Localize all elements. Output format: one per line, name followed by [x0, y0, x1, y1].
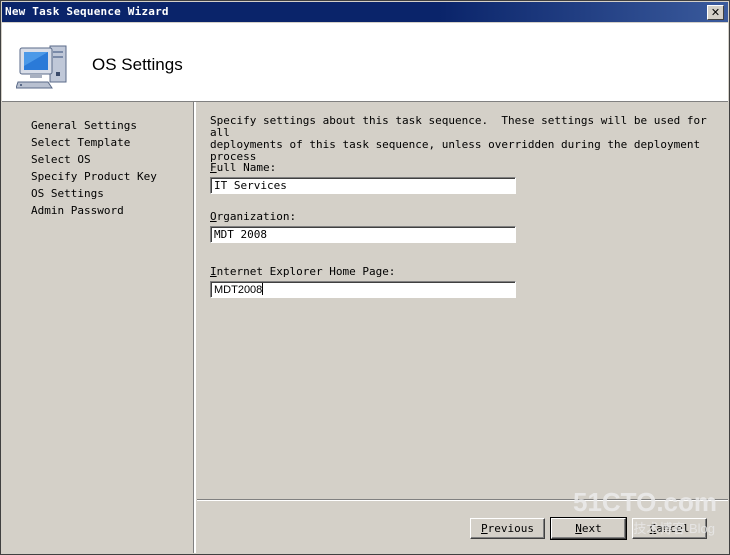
full-name-input[interactable]: IT Services — [210, 177, 516, 194]
wizard-window: New Task Sequence Wizard ✕ OS Settings G… — [0, 0, 730, 555]
full-name-value: IT Services — [214, 179, 287, 192]
ie-home-page-value: MDT2008 — [214, 284, 263, 296]
next-label: ext — [581, 522, 602, 535]
step-admin-password[interactable]: Admin Password — [31, 204, 124, 217]
step-general-settings[interactable]: General Settings — [31, 119, 137, 132]
wizard-step-list: General Settings Select Template Select … — [2, 102, 196, 553]
full-name-label-text: ull Name: — [216, 161, 277, 174]
text-caret — [262, 283, 264, 295]
wizard-content: Specify settings about this task sequenc… — [197, 102, 728, 500]
organization-accel: O — [210, 210, 217, 223]
ie-home-page-label-text: nternet Explorer Home Page: — [216, 265, 396, 278]
organization-value: MDT 2008 — [214, 228, 267, 241]
organization-label: Organization: — [210, 210, 296, 223]
ie-home-page-input[interactable]: MDT2008 — [210, 281, 516, 298]
window-title: New Task Sequence Wizard — [5, 5, 169, 18]
previous-accel: P — [481, 522, 488, 535]
title-bar[interactable]: New Task Sequence Wizard ✕ — [2, 2, 728, 22]
close-icon: ✕ — [710, 6, 721, 19]
step-specify-product-key[interactable]: Specify Product Key — [31, 170, 157, 183]
computer-icon — [16, 45, 67, 89]
organization-input[interactable]: MDT 2008 — [210, 226, 516, 243]
step-select-os[interactable]: Select OS — [31, 153, 91, 166]
ie-home-page-label: Internet Explorer Home Page: — [210, 265, 395, 278]
ie-home-page-accel: I — [210, 265, 217, 278]
full-name-label: Full Name: — [210, 161, 276, 174]
previous-button[interactable]: Previous — [470, 518, 545, 539]
button-separator — [197, 499, 728, 501]
next-accel: N — [575, 522, 582, 535]
page-description: Specify settings about this task sequenc… — [210, 114, 707, 163]
organization-label-text: rganization: — [216, 210, 297, 223]
wizard-header: OS Settings — [2, 23, 728, 102]
page-title: OS Settings — [92, 55, 183, 74]
next-button[interactable]: Next — [550, 517, 627, 540]
step-os-settings[interactable]: OS Settings — [31, 187, 104, 200]
close-button[interactable]: ✕ — [707, 5, 724, 20]
watermark-subtitle: 技术博客 Blog — [633, 521, 715, 536]
previous-label: revious — [487, 522, 534, 535]
step-select-template[interactable]: Select Template — [31, 136, 130, 149]
full-name-accel: F — [210, 161, 217, 174]
